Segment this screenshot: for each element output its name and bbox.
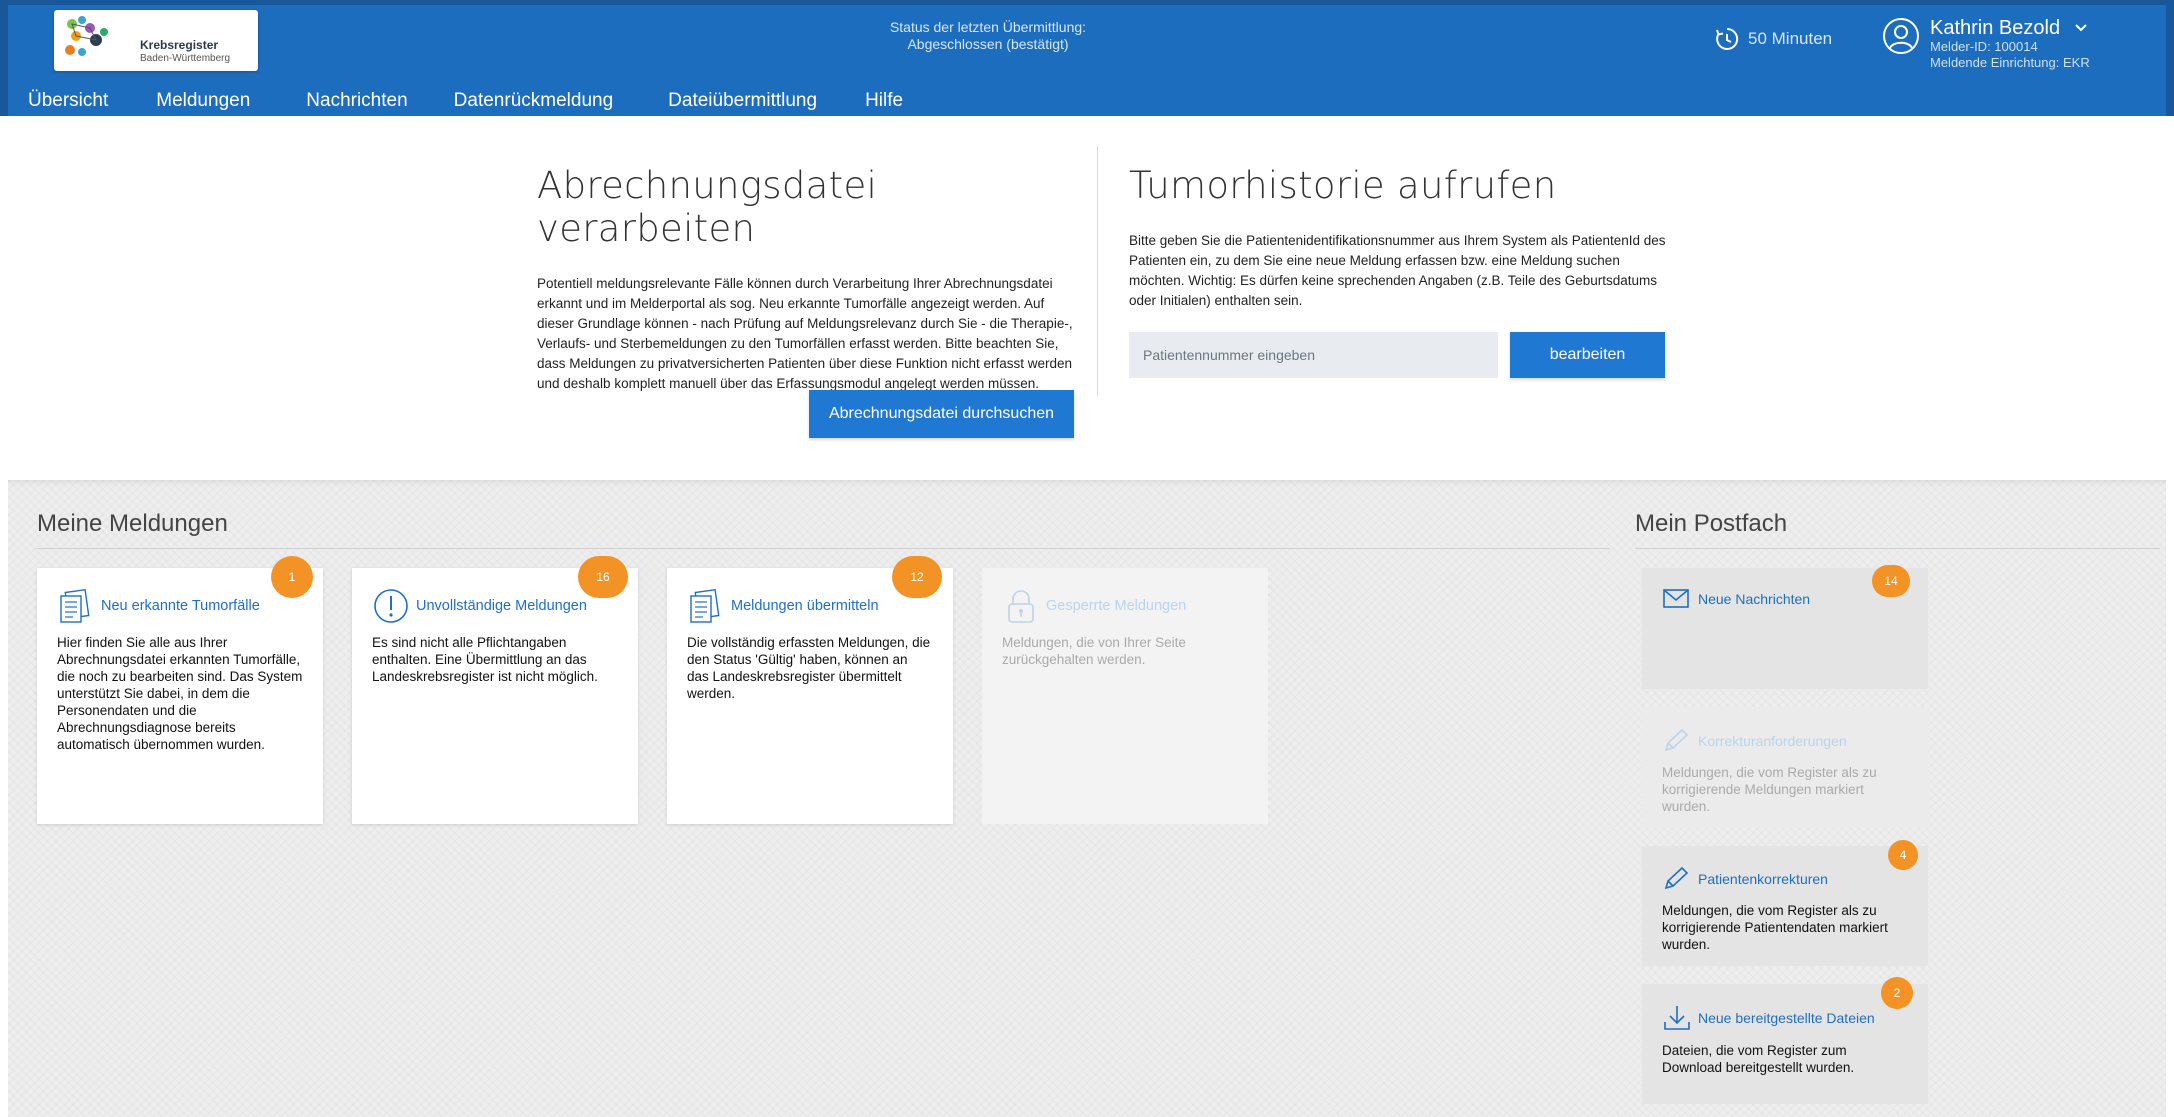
logo-subtitle: Baden-Württemberg — [140, 53, 231, 64]
document-icon — [690, 588, 720, 623]
hero-section: Abrechnungsdatei verarbeiten Potentiell … — [8, 116, 2166, 480]
top-header: Krebsregister Baden-Württemberg Status d… — [0, 0, 2174, 116]
card-description: Die vollständig erfassten Meldungen, die… — [687, 635, 931, 701]
pencil-icon — [1664, 866, 1689, 890]
card-title: Gesperrte Meldungen — [1046, 598, 1187, 614]
count-badge: 1 — [271, 556, 313, 598]
user-name: Kathrin Bezold — [1930, 17, 2061, 39]
status-label: Status der letzten Übermittlung: — [889, 19, 1087, 35]
card-patient-corrections[interactable]: Patientenkorrekturen Meldungen, die vom … — [1642, 846, 1928, 966]
card-description: Meldungen, die von Ihrer Seite zurückgeh… — [1002, 635, 1186, 667]
card-description: Dateien, die vom Register zum Download b… — [1662, 1043, 1855, 1075]
card-description: Hier finden Sie alle aus Ihrer Abrechnun… — [57, 635, 303, 752]
edit-button[interactable]: bearbeiten — [1510, 332, 1665, 378]
card-title: Neue bereitgestellte Dateien — [1698, 1010, 1875, 1026]
lock-icon — [1008, 590, 1034, 623]
nav-datenrueckmeldung[interactable]: Datenrückmeldung — [454, 87, 613, 117]
count-badge: 14 — [1872, 565, 1910, 597]
nav-uebersicht[interactable]: Übersicht — [28, 87, 108, 117]
nav-dateiuebermittlung[interactable]: Dateiübermittlung — [668, 87, 817, 117]
tumor-history-title: Tumorhistorie aufrufen — [1129, 164, 1557, 207]
billing-file-panel: Abrechnungsdatei verarbeiten Potentiell … — [537, 164, 1077, 394]
count-badge: 2 — [1881, 977, 1913, 1009]
download-icon — [1664, 1006, 1690, 1030]
my-mailbox-divider — [1635, 548, 2160, 549]
billing-file-description: Potentiell meldungsrelevante Fälle könne… — [537, 276, 1073, 391]
card-title: Neu erkannte Tumorfälle — [101, 598, 260, 614]
timer-text: 50 Minuten — [1748, 29, 1833, 48]
exclamation-icon — [374, 589, 408, 623]
melder-id: Melder-ID: 100014 — [1930, 39, 2038, 54]
tumor-history-description: Bitte geben Sie die Patientenidentifikat… — [1129, 233, 1666, 308]
logo-title: Krebsregister — [140, 38, 219, 52]
count-badge: 4 — [1888, 840, 1918, 870]
status-value: Abgeschlossen (bestätigt) — [907, 36, 1069, 52]
hero-divider — [1097, 146, 1098, 396]
count-badge: 16 — [578, 556, 628, 598]
card-description: Es sind nicht alle Pflichtangaben enthal… — [372, 635, 598, 684]
my-reports-divider — [37, 548, 1610, 549]
card-description: Meldungen, die vom Register als zu korri… — [1662, 765, 1877, 814]
transmission-status: Status der letzten Übermittlung: Abgesch… — [808, 19, 1168, 53]
krebsregister-logo[interactable]: Krebsregister Baden-Württemberg — [54, 10, 258, 71]
card-transmit-reports[interactable]: Meldungen übermitteln Die vollständig er… — [667, 568, 953, 824]
envelope-icon — [1663, 589, 1689, 608]
card-incomplete-reports[interactable]: Unvollständige Meldungen Es sind nicht a… — [352, 568, 638, 824]
tumor-history-panel: Tumorhistorie aufrufen Bitte geben Sie d… — [1129, 164, 1669, 311]
timer-icon — [1716, 27, 1739, 50]
pencil-icon — [1664, 728, 1689, 752]
card-title: Patientenkorrekturen — [1698, 871, 1828, 887]
card-description: Meldungen, die vom Register als zu korri… — [1662, 903, 1888, 952]
my-reports-title: Meine Meldungen — [37, 510, 228, 537]
main-navigation: Übersicht Meldungen Nachrichten Datenrüc… — [28, 87, 903, 117]
reporting-facility: Meldende Einrichtung: EKR — [1930, 55, 2090, 70]
card-correction-requests: Korrekturanforderungen Meldungen, die vo… — [1642, 708, 1928, 828]
card-title: Neue Nachrichten — [1698, 591, 1811, 607]
nav-hilfe[interactable]: Hilfe — [865, 87, 903, 117]
card-title: Korrekturanforderungen — [1698, 733, 1847, 749]
session-timer: 50 Minuten — [1714, 23, 1832, 55]
user-menu[interactable]: Kathrin Bezold Melder-ID: 100014 Meldend… — [1882, 17, 2090, 77]
search-billing-file-button[interactable]: Abrechnungsdatei durchsuchen — [809, 390, 1074, 438]
count-badge: 12 — [892, 556, 942, 598]
nav-meldungen[interactable]: Meldungen — [156, 87, 250, 117]
logo-graphic-icon — [65, 16, 108, 56]
document-icon — [60, 588, 90, 623]
my-mailbox-title: Mein Postfach — [1635, 510, 1788, 537]
chevron-down-icon[interactable] — [2074, 23, 2088, 33]
card-title: Meldungen übermitteln — [731, 598, 879, 614]
patient-number-input[interactable] — [1129, 332, 1498, 378]
card-title: Unvollständige Meldungen — [416, 598, 587, 614]
dashboard-section: Meine Meldungen Mein Postfach Neu erkann… — [8, 480, 2166, 1117]
card-new-tumor-cases[interactable]: Neu erkannte Tumorfälle Hier finden Sie … — [37, 568, 323, 824]
card-locked-reports: Gesperrte Meldungen Meldungen, die von I… — [982, 568, 1268, 824]
nav-nachrichten[interactable]: Nachrichten — [306, 87, 407, 117]
billing-file-title: Abrechnungsdatei verarbeiten — [537, 164, 878, 250]
user-avatar-icon — [1883, 18, 1919, 54]
